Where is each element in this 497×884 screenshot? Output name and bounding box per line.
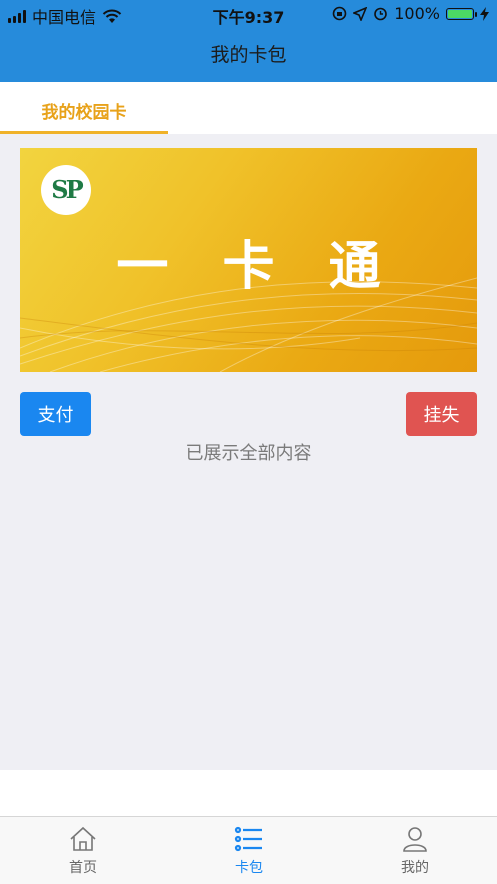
tab-mine-label: 我的 — [401, 860, 429, 876]
battery-percent: 100% — [394, 4, 440, 23]
segment-tabs: 我的校园卡 — [0, 82, 497, 134]
tab-underline — [0, 131, 168, 134]
school-logo: SP — [41, 165, 91, 215]
charging-bolt-icon — [480, 6, 489, 21]
campus-card[interactable]: SP 一 卡 通 — [20, 148, 477, 372]
location-icon — [353, 6, 368, 21]
battery-fill — [448, 9, 472, 18]
list-icon — [234, 826, 262, 852]
school-logo-mark: SP — [51, 175, 83, 204]
page-title: 我的卡包 — [210, 44, 287, 66]
tab-card-wallet-label: 卡包 — [235, 860, 263, 876]
tab-home-label: 首页 — [69, 860, 97, 876]
card-title: 一 卡 通 — [116, 237, 399, 297]
tab-label: 我的校园卡 — [41, 103, 127, 123]
tab-card-wallet[interactable]: 卡包 — [166, 817, 332, 884]
user-icon — [403, 827, 427, 852]
tab-my-campus-card[interactable]: 我的校园卡 — [0, 82, 168, 134]
home-icon — [70, 826, 96, 851]
top-header: 中国电信 下午9:37 100% 我的卡包 — [0, 0, 497, 82]
tab-home[interactable]: 首页 — [0, 817, 166, 884]
battery-icon — [446, 7, 477, 20]
report-lost-button[interactable]: 挂失 — [406, 392, 477, 436]
tab-mine[interactable]: 我的 — [332, 817, 497, 884]
end-of-list-note: 已展示全部内容 — [185, 443, 312, 464]
status-right: 100% — [332, 4, 489, 23]
pay-button[interactable]: 支付 — [20, 392, 91, 436]
alarm-icon — [374, 7, 388, 21]
status-bar: 中国电信 下午9:37 100% — [0, 0, 497, 28]
bottom-tab-bar: 首页 卡包 我的 — [0, 816, 497, 884]
rotation-lock-icon — [332, 6, 347, 21]
